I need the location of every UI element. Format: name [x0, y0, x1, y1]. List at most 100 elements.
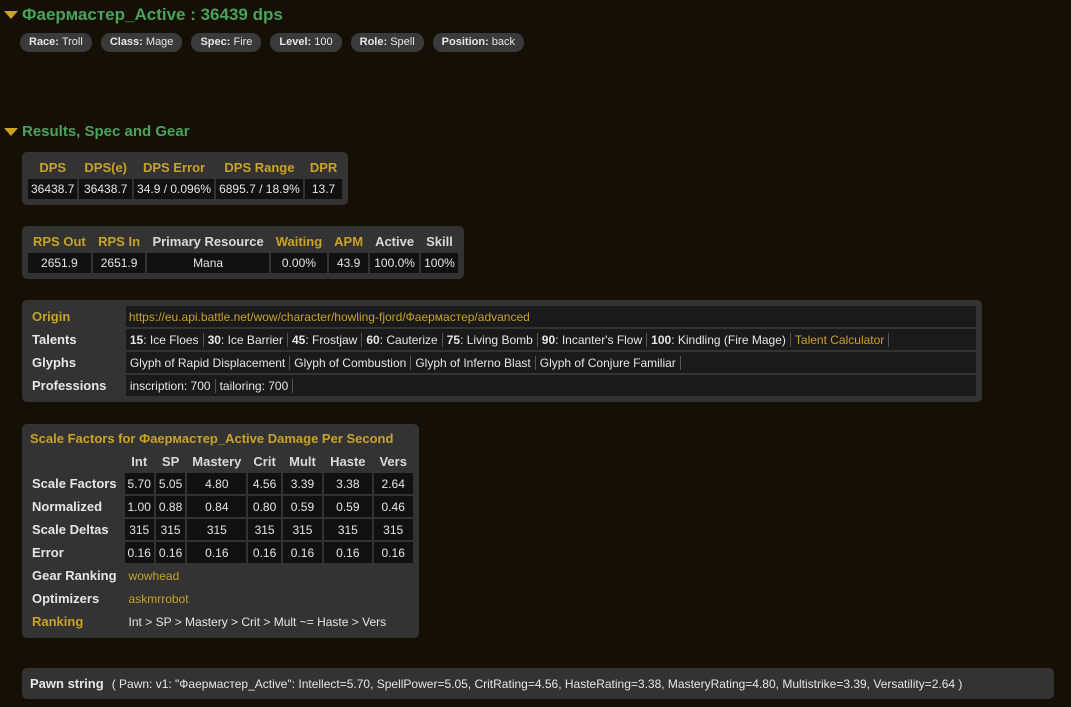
- pill-label: Role:: [359, 36, 388, 48]
- dps-range-header[interactable]: DPS Range: [216, 158, 303, 177]
- col-mastery: Mastery: [192, 454, 242, 469]
- dps-header[interactable]: DPS: [28, 158, 77, 177]
- info-panel: Origin https://eu.api.battle.net/wow/cha…: [22, 300, 982, 402]
- talents-row: Talents 15: Ice Floes 30: Ice Barrier 45: …: [28, 329, 976, 350]
- table-cell: 0.59: [324, 496, 372, 517]
- table-cell: 1.00: [124, 496, 154, 517]
- row-label: Scale Deltas: [32, 522, 109, 537]
- col-vers: Vers: [379, 454, 407, 469]
- askmrrobot-link[interactable]: askmrrobot: [125, 588, 413, 609]
- pill-value: back: [491, 36, 516, 48]
- talent-level: 60: [366, 332, 380, 347]
- skill-value: 100%: [421, 253, 458, 273]
- talent-level: 15: [129, 332, 144, 347]
- col-mult: Mult: [289, 454, 316, 469]
- professions-label: Professions: [32, 378, 107, 393]
- pill-value: Troll: [61, 36, 83, 48]
- table-cell: 0.16: [155, 542, 186, 563]
- row-label: Normalized: [32, 499, 103, 514]
- pill-value: Fire: [233, 36, 253, 48]
- class-pill: Class: Mage: [100, 33, 183, 52]
- glyph-item: Glyph of Combustion: [290, 355, 412, 370]
- professions-row: Professions inscription: 700 tailoring: 7…: [28, 375, 976, 396]
- table-row: Error 0.16 0.16 0.16 0.16 0.16 0.16 0.16: [28, 542, 413, 563]
- waiting-header[interactable]: Waiting: [271, 232, 327, 251]
- primary-resource-value: Mana: [147, 253, 269, 273]
- collapse-triangle-icon[interactable]: [4, 127, 18, 136]
- glyph-item: Glyph of Rapid Displacement: [129, 355, 291, 370]
- dpse-header[interactable]: DPS(e): [79, 158, 132, 177]
- dpr-header[interactable]: DPR: [305, 158, 342, 177]
- dps-error-header[interactable]: DPS Error: [134, 158, 214, 177]
- table-cell: 0.16: [324, 542, 372, 563]
- table-row: Scale Factors 5.70 5.05 4.80 4.56 3.39 3…: [28, 473, 413, 494]
- origin-label: Origin: [32, 309, 71, 324]
- pill-value: Spell: [390, 36, 415, 48]
- glyphs-label: Glyphs: [32, 355, 77, 370]
- pill-label: Spec:: [200, 36, 231, 48]
- table-cell: 315: [187, 519, 247, 540]
- table-cell: 0.16: [282, 542, 323, 563]
- apm-header[interactable]: APM: [329, 232, 368, 251]
- ranking-label[interactable]: Ranking: [28, 611, 123, 632]
- scale-factors-panel: Scale Factors for Фаермастер_Active Dama…: [22, 424, 419, 638]
- player-title: Фаермастер_Active : 36439 dps: [22, 5, 283, 24]
- info-table: Origin https://eu.api.battle.net/wow/cha…: [26, 304, 978, 398]
- talent-level: 90: [541, 332, 556, 347]
- race-pill: Race: Troll: [20, 33, 92, 52]
- talent-item: 90: Incanter's Flow: [538, 332, 648, 347]
- scale-factors-title: Scale Factors for Фаермастер_Active Dama…: [30, 431, 394, 446]
- table-row: Scale Deltas 315 315 315 315 315 315 315: [28, 519, 413, 540]
- origin-link[interactable]: https://eu.api.battle.net/wow/character/…: [125, 306, 976, 327]
- pill-value: Mage: [145, 36, 174, 48]
- table-cell: 315: [373, 519, 413, 540]
- optimizers-label: Optimizers: [32, 591, 100, 606]
- ranking-value: Int > SP > Mastery > Crit > Mult ~= Hast…: [128, 614, 387, 629]
- gear-ranking-row: Gear Ranking wowhead: [28, 565, 413, 586]
- pill-label: Level:: [279, 36, 312, 48]
- wowhead-link[interactable]: wowhead: [125, 565, 413, 586]
- profession-item: inscription: 700: [129, 378, 216, 393]
- collapse-triangle-icon[interactable]: [4, 11, 18, 19]
- pill-label: Position:: [441, 36, 489, 48]
- active-header: Active: [375, 234, 415, 249]
- table-cell: 0.16: [248, 542, 281, 563]
- player-header[interactable]: Фаермастер_Active : 36439 dps: [4, 5, 283, 25]
- pill-value: 100: [314, 36, 333, 48]
- dps-range-value: 6895.7 / 18.9%: [216, 179, 303, 199]
- section-title: Results, Spec and Gear: [22, 123, 190, 140]
- dps-panel: DPS DPS(e) DPS Error DPS Range DPR 36438…: [22, 152, 349, 205]
- table-row: Normalized 1.00 0.88 0.84 0.80 0.59 0.59…: [28, 496, 413, 517]
- table-cell: 0.16: [373, 542, 413, 563]
- primary-resource-header: Primary Resource: [152, 234, 264, 249]
- glyphs-list: Glyph of Rapid Displacement Glyph of Comb…: [125, 352, 976, 373]
- table-cell: 315: [248, 519, 281, 540]
- pawn-string-label: Pawn string: [30, 676, 104, 691]
- dpse-value: 36438.7: [79, 179, 133, 199]
- talent-level: 45: [291, 332, 306, 347]
- table-cell: 0.16: [124, 542, 154, 563]
- talent-name: Frostjaw: [311, 332, 358, 347]
- talent-item: 30: Ice Barrier: [204, 332, 288, 347]
- dpr-value: 13.7: [304, 179, 343, 199]
- rps-out-value: 2651.9: [28, 253, 91, 273]
- pill-label: Class:: [109, 36, 143, 48]
- rps-out-header[interactable]: RPS Out: [28, 232, 91, 251]
- profession-item: tailoring: 700: [216, 378, 294, 393]
- talent-name: Living Bomb: [466, 332, 533, 347]
- table-cell: 0.88: [155, 496, 186, 517]
- position-pill: Position: back: [432, 33, 525, 52]
- talent-name: Incanter's Flow: [561, 332, 643, 347]
- row-label: Scale Factors: [32, 476, 117, 491]
- glyphs-row: Glyphs Glyph of Rapid Displacement Glyph …: [28, 352, 976, 373]
- apm-value: 43.9: [329, 253, 369, 273]
- results-section-toggle[interactable]: Results, Spec and Gear: [4, 123, 190, 140]
- talent-level: 30: [207, 332, 221, 347]
- row-label: Error: [32, 545, 64, 560]
- talents-label: Talents: [32, 332, 77, 347]
- empty-header: [28, 452, 123, 471]
- talent-calculator-link[interactable]: Talent Calculator: [791, 332, 890, 347]
- rps-in-header[interactable]: RPS In: [93, 232, 146, 251]
- glyph-item: Glyph of Conjure Familiar: [536, 355, 681, 370]
- table-cell: 3.38: [324, 473, 372, 494]
